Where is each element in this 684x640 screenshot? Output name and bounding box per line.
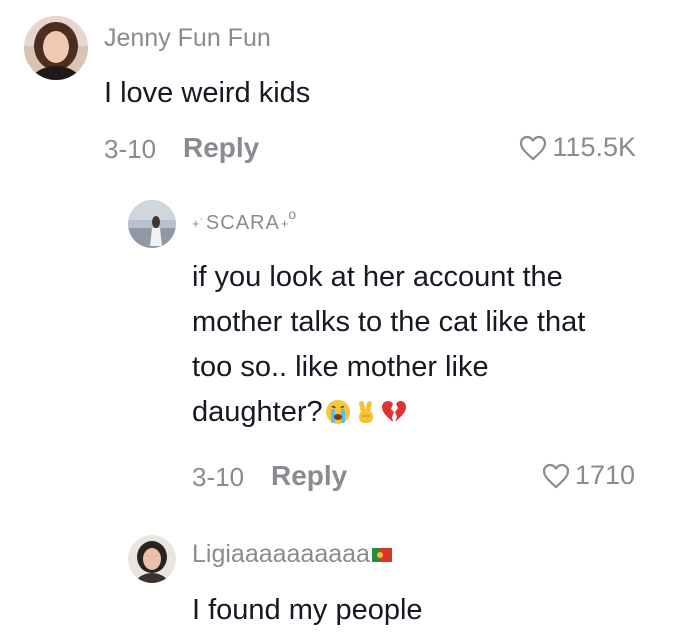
like-count: 1710	[574, 460, 635, 490]
comment-text-line: too so.. like mother like	[192, 351, 489, 383]
comment-text: I found my people	[192, 594, 423, 626]
like-button[interactable]: 115.5K	[519, 132, 636, 163]
like-count: 115.5K	[552, 132, 636, 162]
heart-icon	[519, 135, 547, 161]
portugal-flag-icon	[371, 547, 392, 562]
crying-face-emoji-icon	[325, 399, 351, 425]
reply-button[interactable]: Reply	[271, 460, 347, 492]
comment-username[interactable]: Ligiaaaaaaaaaa	[192, 540, 392, 569]
comment-username[interactable]: +˙ SCARA + o	[192, 206, 296, 235]
comment-text-line: mother talks to the cat like that	[192, 306, 586, 338]
sparkle-icon: +	[280, 216, 289, 231]
comment-text-line-last: daughter?	[192, 390, 585, 435]
comment-text: if you look at her account the mother ta…	[192, 255, 585, 435]
reply-button[interactable]: Reply	[183, 132, 259, 164]
heart-icon	[542, 463, 570, 489]
avatar[interactable]	[24, 16, 88, 80]
victory-hand-emoji-icon	[353, 399, 379, 425]
like-button[interactable]: 1710	[542, 460, 635, 491]
avatar[interactable]	[128, 535, 176, 583]
comment-date: 3-10	[192, 462, 245, 492]
broken-heart-emoji-icon	[381, 399, 407, 425]
comment-text-line: if you look at her account the	[192, 261, 563, 293]
avatar[interactable]	[128, 200, 176, 248]
comment-text: I love weird kids	[104, 77, 311, 109]
sparkle-icon: +˙	[192, 216, 204, 231]
comment-date: 3-10	[104, 134, 157, 164]
comment-username[interactable]: Jenny Fun Fun	[104, 24, 271, 53]
circle-icon: o	[288, 206, 297, 222]
